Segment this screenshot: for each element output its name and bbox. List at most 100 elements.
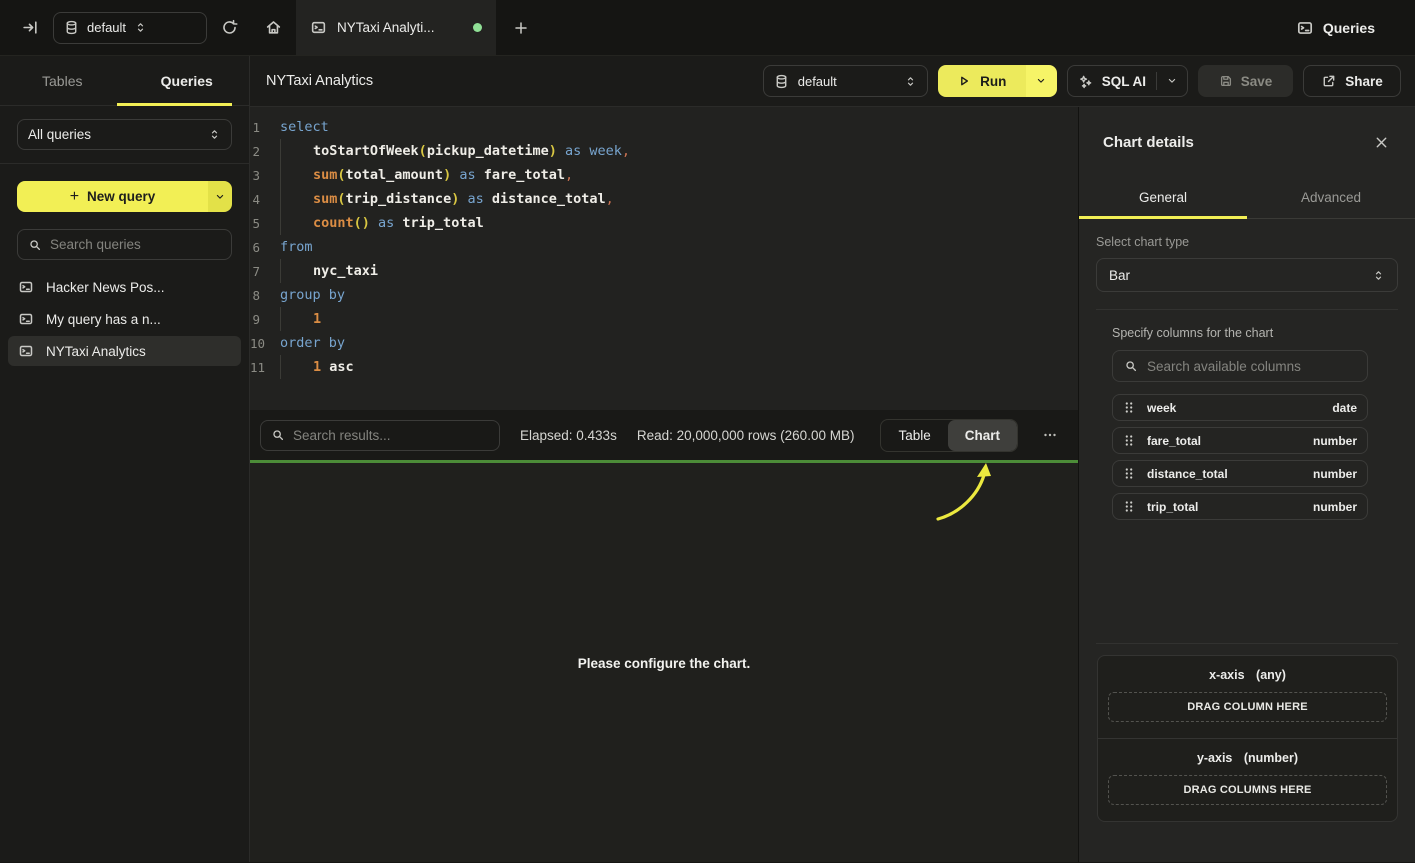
chart-panel-tabs: General Advanced	[1079, 177, 1415, 219]
columns-label: Specify columns for the chart	[1112, 326, 1368, 340]
x-axis-dropzone[interactable]: DRAG COLUMN HERE	[1108, 692, 1387, 722]
main-area: NYTaxi Analytics default Run	[250, 56, 1415, 862]
query-search-input[interactable]	[50, 237, 221, 252]
code-text: toStartOfWeek(pickup_datetime) as week,	[280, 139, 630, 163]
database-selector[interactable]: default	[763, 65, 928, 97]
query-icon	[18, 279, 34, 295]
chart-type-select[interactable]: Bar	[1096, 258, 1398, 292]
code-text: count() as trip_total	[280, 211, 484, 235]
divider	[1096, 309, 1398, 310]
active-tab-underline	[1079, 216, 1247, 219]
axis-config: x-axis (any) DRAG COLUMN HERE y-axis (nu…	[1096, 643, 1398, 822]
code-text: sum(total_amount) as fare_total,	[280, 163, 573, 187]
drag-handle-icon	[1123, 500, 1135, 513]
x-axis-section: x-axis (any) DRAG COLUMN HERE	[1098, 656, 1397, 738]
topbar-left: default	[0, 0, 250, 55]
view-toggle-table[interactable]: Table	[881, 420, 947, 451]
header-actions: default Run SQL AI	[763, 65, 1401, 97]
view-toggle-chart[interactable]: Chart	[948, 420, 1017, 451]
database-selector[interactable]: default	[53, 12, 207, 44]
new-query-dropdown[interactable]	[208, 181, 232, 212]
annotation-arrow	[930, 463, 1000, 525]
code-line[interactable]: 4sum(trip_distance) as distance_total,	[250, 187, 1078, 211]
column-row[interactable]: weekdate	[1112, 394, 1368, 421]
query-filter-select[interactable]: All queries	[17, 119, 232, 150]
code-line[interactable]: 3 sum(total_amount) as fare_total,	[250, 163, 1078, 187]
sql-ai-dropdown[interactable]	[1157, 75, 1187, 87]
code-line[interactable]: 7nyc_taxi	[250, 259, 1078, 283]
column-name: fare_total	[1147, 434, 1201, 448]
sql-ai-button[interactable]: SQL AI	[1093, 74, 1156, 89]
query-search[interactable]	[17, 229, 232, 260]
refresh-icon[interactable]	[221, 19, 238, 36]
line-number: 7	[250, 264, 272, 279]
x-axis-label: x-axis	[1209, 668, 1244, 682]
code-line[interactable]: 8group by	[250, 283, 1078, 307]
sql-editor[interactable]: 1select2toStartOfWeek(pickup_datetime) a…	[250, 107, 1078, 410]
close-panel-button[interactable]	[1367, 128, 1395, 156]
drag-handle-icon	[1123, 434, 1135, 447]
code-text: sum(trip_distance) as distance_total,	[280, 187, 614, 211]
code-line[interactable]: 111 asc	[250, 355, 1078, 379]
code-text: select	[280, 115, 329, 139]
query-icon	[18, 343, 34, 359]
column-row[interactable]: trip_totalnumber	[1112, 493, 1368, 520]
sql-ai-button-group: SQL AI	[1067, 65, 1188, 97]
line-number: 11	[250, 360, 272, 375]
column-row[interactable]: distance_totalnumber	[1112, 460, 1368, 487]
share-icon	[1321, 74, 1336, 89]
column-list: weekdate fare_totalnumber distance_totalnu…	[1112, 394, 1368, 520]
save-button[interactable]: Save	[1198, 65, 1293, 97]
plus-icon	[513, 20, 529, 36]
active-tab-underline	[117, 103, 232, 106]
chevron-updown-icon	[904, 75, 917, 88]
query-filter-value: All queries	[28, 127, 200, 142]
queries-menu-button[interactable]: Queries	[1296, 0, 1415, 55]
more-options-button[interactable]	[1038, 427, 1062, 443]
spacer	[1096, 822, 1398, 862]
results-search[interactable]	[260, 420, 500, 451]
chevron-down-icon	[1035, 75, 1047, 87]
share-button[interactable]: Share	[1303, 65, 1401, 97]
tab-queries[interactable]: Queries	[125, 56, 250, 105]
chart-panel-title: Chart details	[1103, 134, 1194, 151]
code-line[interactable]: 2toStartOfWeek(pickup_datetime) as week,	[250, 139, 1078, 163]
sidebar-query-item[interactable]: NYTaxi Analytics	[8, 336, 241, 366]
elapsed-time: Elapsed: 0.433s	[520, 428, 617, 443]
tab-tables[interactable]: Tables	[0, 56, 125, 105]
tab-general[interactable]: General	[1079, 177, 1247, 218]
columns-search[interactable]	[1112, 350, 1368, 382]
tab-advanced[interactable]: Advanced	[1247, 177, 1415, 218]
code-line[interactable]: 5count() as trip_total	[250, 211, 1078, 235]
new-query-main[interactable]: + New query	[17, 181, 208, 212]
database-icon	[64, 20, 79, 35]
new-tab-button[interactable]	[496, 0, 546, 55]
sidebar-query-item[interactable]: Hacker News Pos...	[8, 272, 241, 302]
code-text: from	[280, 235, 313, 259]
line-number: 3	[250, 168, 272, 183]
line-number: 9	[250, 312, 272, 327]
tab-nytaxi-analytics[interactable]: NYTaxi Analyti...	[296, 0, 496, 55]
query-icon	[18, 311, 34, 327]
save-label: Save	[1241, 74, 1273, 89]
code-line[interactable]: 10order by	[250, 331, 1078, 355]
code-line[interactable]: 1select	[250, 115, 1078, 139]
sidebar-query-item[interactable]: My query has a n...	[8, 304, 241, 334]
collapse-sidebar-icon[interactable]	[22, 19, 39, 36]
new-query-button[interactable]: + New query	[17, 181, 232, 212]
query-workspace: 1select2toStartOfWeek(pickup_datetime) a…	[250, 107, 1078, 862]
columns-search-input[interactable]	[1147, 359, 1356, 374]
chart-panel-header: Chart details	[1079, 107, 1415, 177]
run-options-dropdown[interactable]	[1026, 65, 1057, 97]
play-icon	[957, 74, 971, 88]
code-line[interactable]: 6from	[250, 235, 1078, 259]
chart-type-label: Select chart type	[1096, 235, 1398, 249]
code-line[interactable]: 91	[250, 307, 1078, 331]
home-button[interactable]	[250, 0, 296, 55]
y-axis-constraint: (number)	[1244, 751, 1298, 765]
run-button[interactable]: Run	[938, 65, 1026, 97]
sidebar-tabs: Tables Queries	[0, 56, 249, 106]
y-axis-dropzone[interactable]: DRAG COLUMNS HERE	[1108, 775, 1387, 805]
column-row[interactable]: fare_totalnumber	[1112, 427, 1368, 454]
results-search-input[interactable]	[293, 428, 489, 443]
